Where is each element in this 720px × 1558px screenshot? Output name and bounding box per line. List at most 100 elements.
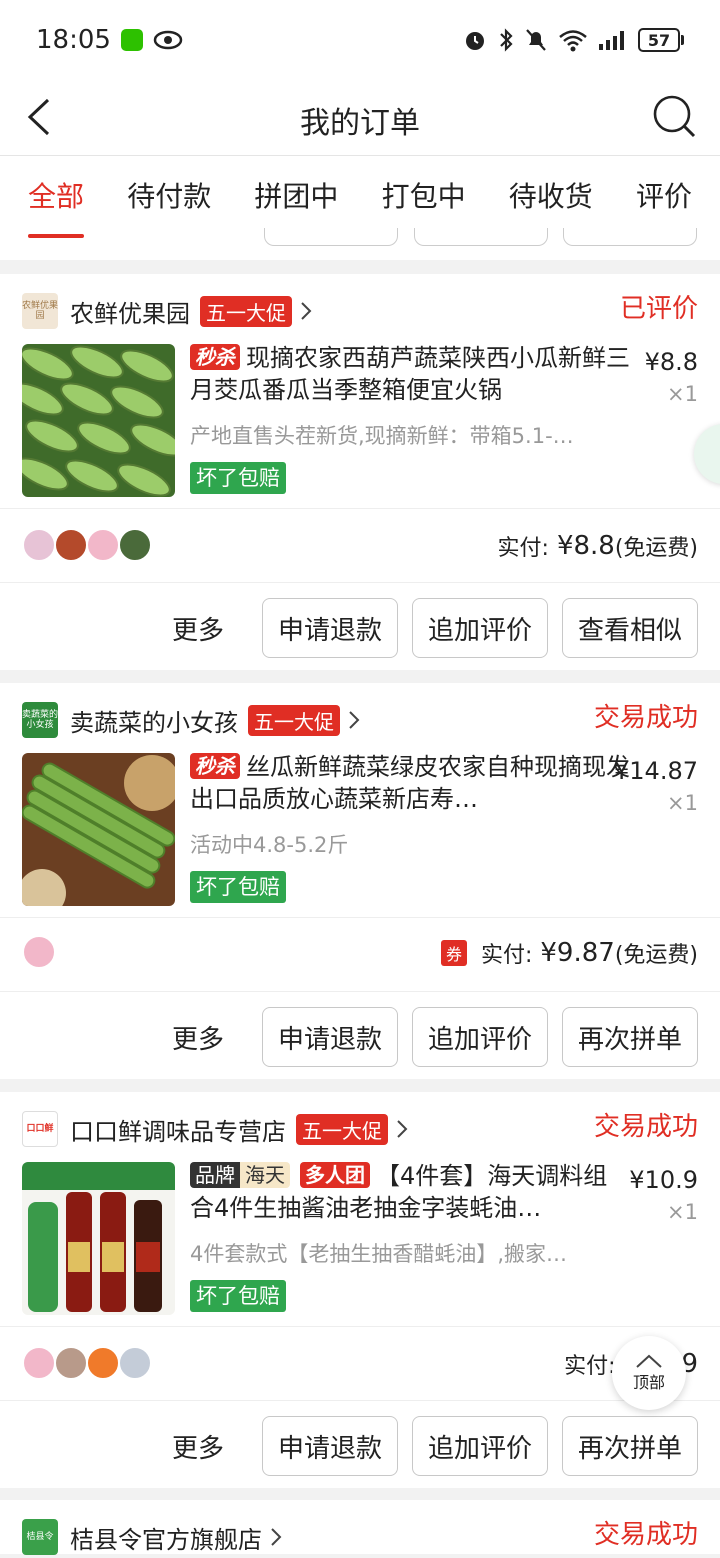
brand-tag: 品牌 — [190, 1162, 240, 1188]
search-icon[interactable] — [652, 92, 698, 142]
back-to-top-label: 顶部 — [632, 1373, 665, 1392]
more-button[interactable]: 更多 — [172, 1019, 224, 1056]
order-status: 交易成功 — [593, 703, 698, 733]
product-price: ¥14.87 — [614, 757, 698, 785]
order-status: 已评价 — [619, 294, 698, 324]
back-to-top-button[interactable]: 顶部 — [612, 1336, 686, 1410]
view-similar-button[interactable]: 查看相似 — [562, 598, 698, 658]
battery-indicator: 57 — [638, 28, 684, 52]
add-review-button[interactable]: 追加评价 — [412, 1416, 548, 1476]
product-title-text: 丝瓜新鲜蔬菜绿皮农家自种现摘现发出口品质放心蔬菜新店寿… — [190, 753, 630, 813]
store-logo: 口口鲜 — [22, 1111, 58, 1147]
avatar — [86, 528, 120, 562]
store-logo: 桔县令 — [22, 1519, 58, 1555]
order-card: 农鲜优果园 农鲜优果园 五一大促 已评价 秒杀 现摘农家西葫芦蔬菜陕西小瓜新鲜三… — [0, 274, 720, 670]
shipping-note: (免运费) — [614, 943, 698, 968]
battery-level: 57 — [638, 28, 680, 52]
eye-icon — [153, 30, 183, 50]
mute-icon — [526, 29, 546, 51]
more-button[interactable]: 更多 — [172, 610, 224, 647]
avatar — [118, 1346, 152, 1380]
chevron-right-icon — [397, 1120, 408, 1138]
add-review-button[interactable]: 追加评价 — [412, 1007, 548, 1067]
product-spec: 活动中4.8-5.2斤 — [190, 833, 349, 857]
group-avatars — [22, 935, 56, 969]
guarantee-badge: 坏了包赔 — [190, 462, 286, 494]
chevron-right-icon — [301, 302, 312, 320]
product-price: ¥8.8 — [644, 348, 698, 376]
reorder-button[interactable]: 再次拼单 — [562, 1416, 698, 1476]
order-card: 桔县令 桔县令官方旗舰店 交易成功 — [0, 1500, 720, 1555]
wifi-icon — [559, 30, 587, 52]
paid-value: ¥9.87 — [540, 938, 615, 968]
miaosha-tag: 秒杀 — [190, 344, 240, 370]
store-name: 口口鲜调味品专营店 — [70, 1117, 286, 1146]
paid-amount: 券 实付: ¥9.87 (免运费) — [440, 937, 698, 969]
tab-to-receive[interactable]: 待收货 — [509, 156, 593, 238]
store-logo: 卖蔬菜的小女孩 — [22, 702, 58, 738]
tab-packing[interactable]: 打包中 — [382, 156, 466, 238]
brand-name-tag: 海天 — [240, 1162, 290, 1188]
coupon-badge: 券 — [440, 940, 467, 966]
avatar — [22, 528, 56, 562]
store-row[interactable]: 农鲜优果园 农鲜优果园 五一大促 — [22, 290, 698, 332]
product-quantity: ×1 — [667, 382, 698, 406]
paid-label: 实付: — [564, 1354, 616, 1379]
product-title[interactable]: 秒杀 丝瓜新鲜蔬菜绿皮农家自种现摘现发出口品质放心蔬菜新店寿… — [190, 751, 630, 815]
signal-icon — [599, 31, 624, 50]
avatar — [54, 1346, 88, 1380]
product-quantity: ×1 — [667, 791, 698, 815]
paid-label: 实付: — [480, 943, 533, 968]
refund-button[interactable]: 申请退款 — [262, 598, 398, 658]
product-image[interactable] — [22, 344, 175, 497]
add-review-button[interactable]: 追加评价 — [412, 598, 548, 658]
tab-review[interactable]: 评价 — [636, 156, 692, 238]
promo-badge: 五一大促 — [200, 295, 292, 327]
previous-order-peek — [0, 228, 720, 260]
avatar — [22, 935, 56, 969]
tab-all[interactable]: 全部 — [28, 156, 85, 238]
avatar — [22, 1346, 56, 1380]
product-spec: 产地直售头茬新货,现摘新鲜：带箱5.1-… — [190, 424, 574, 448]
multi-group-tag: 多人团 — [300, 1162, 370, 1188]
paid-value: ¥8.8 — [556, 531, 615, 561]
group-avatars — [22, 528, 152, 562]
more-button[interactable]: 更多 — [172, 1428, 224, 1465]
product-title[interactable]: 秒杀 现摘农家西葫芦蔬菜陕西小瓜新鲜三月茭瓜番瓜当季整箱便宜火锅 — [190, 342, 630, 406]
divider — [0, 917, 720, 918]
tab-group-buying[interactable]: 拼团中 — [254, 156, 338, 238]
order-actions: 更多 申请退款 追加评价 查看相似 — [172, 598, 698, 658]
product-price: ¥10.9 — [629, 1166, 698, 1194]
refund-button[interactable]: 申请退款 — [262, 1416, 398, 1476]
miaosha-tag: 秒杀 — [190, 753, 240, 779]
chevron-right-icon — [271, 1528, 282, 1546]
status-time: 18:05 — [36, 25, 111, 55]
store-name: 卖蔬菜的小女孩 — [70, 708, 238, 737]
page-title: 我的订单 — [300, 106, 420, 141]
page-header: 我的订单 — [0, 80, 720, 156]
avatar — [86, 1346, 120, 1380]
divider — [0, 1400, 720, 1401]
order-status: 交易成功 — [593, 1520, 698, 1550]
product-title-text: 现摘农家西葫芦蔬菜陕西小瓜新鲜三月茭瓜番瓜当季整箱便宜火锅 — [190, 344, 630, 404]
product-image[interactable] — [22, 1162, 175, 1315]
order-actions: 更多 申请退款 追加评价 再次拼单 — [172, 1416, 698, 1476]
tab-pending-payment[interactable]: 待付款 — [127, 156, 211, 238]
avatar — [118, 528, 152, 562]
chevron-up-icon — [636, 1354, 662, 1368]
bluetooth-icon — [500, 28, 513, 52]
status-bar: 18:05 57 — [0, 0, 720, 80]
refund-button[interactable]: 申请退款 — [262, 1007, 398, 1067]
store-logo: 农鲜优果园 — [22, 293, 58, 329]
paid-amount: 实付: ¥8.8 (免运费) — [498, 530, 698, 562]
product-image[interactable] — [22, 753, 175, 906]
order-card: 卖蔬菜的小女孩 卖蔬菜的小女孩 五一大促 交易成功 秒杀 丝瓜新鲜蔬菜绿皮农家自种… — [0, 683, 720, 1079]
reorder-button[interactable]: 再次拼单 — [562, 1007, 698, 1067]
chevron-right-icon — [349, 711, 360, 729]
order-actions: 更多 申请退款 追加评价 再次拼单 — [172, 1007, 698, 1067]
promo-badge: 五一大促 — [296, 1113, 388, 1145]
product-title[interactable]: 品牌 海天 多人团 【4件套】海天调料组合4件生抽酱油老抽金字装蚝油… — [190, 1160, 630, 1224]
divider — [0, 991, 720, 992]
divider — [0, 1326, 720, 1327]
order-tabs: 全部 待付款 拼团中 打包中 待收货 评价 — [0, 156, 720, 238]
